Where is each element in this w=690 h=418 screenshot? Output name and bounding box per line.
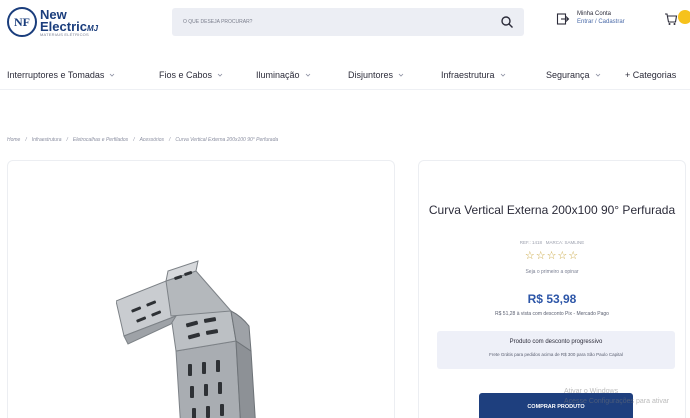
breadcrumb: Home / Infraestrutura / Eletrocalhas e Perfi…	[7, 137, 279, 143]
product-brand: MARCA: SAMLINE	[545, 240, 585, 245]
chevron-down-icon	[110, 73, 115, 77]
breadcrumb-item[interactable]: Acessórios	[140, 137, 164, 143]
nav-item-mais-categorias[interactable]: + Categorias	[625, 70, 676, 80]
nav-item-label: + Categorias	[625, 70, 677, 80]
promo-text: Frete Grátis para pedidos acima de R$ 30…	[489, 352, 623, 357]
product-title: Curva Vertical Externa 200x100 90° Perfu…	[428, 203, 676, 217]
breadcrumb-item[interactable]: Eletrocalhas e Perfilados	[73, 137, 128, 143]
breadcrumb-item[interactable]: Infraestrutura	[32, 137, 62, 143]
cart-icon[interactable]	[664, 12, 678, 26]
cart-count-badge[interactable]	[678, 10, 690, 24]
product-meta: REF.: 1418 MARCA: SAMLINE	[419, 240, 685, 245]
nav-item-disjuntores[interactable]: Disjuntores	[348, 70, 404, 80]
product-gallery	[7, 160, 395, 418]
nav-item-infraestrutura[interactable]: Infraestrutura	[441, 70, 506, 80]
pix-price: R$ 51,28 à vista com desconto Pix - Merc…	[495, 311, 609, 317]
review-link[interactable]: Seja o primeiro a opinar	[419, 269, 685, 275]
search-icon[interactable]	[500, 15, 514, 29]
nav-item-iluminacao[interactable]: Iluminação	[256, 70, 311, 80]
site-header: NF New ElectricMJ MATERIAIS ELÉTRICOS Mi…	[0, 0, 690, 44]
category-nav: Interruptores e Tomadas Fios e Cabos Ilu…	[0, 60, 690, 90]
chevron-down-icon	[305, 73, 310, 77]
account-title: Minha Conta	[577, 11, 612, 17]
chevron-down-icon	[217, 73, 223, 77]
product-price: R$ 53,98	[527, 292, 577, 306]
nav-item-label: Infraestrutura	[441, 70, 495, 80]
product-ref: REF.: 1418	[519, 240, 542, 245]
breadcrumb-current: Curva Vertical Externa 200x100 90° Perfu…	[175, 137, 279, 143]
watermark-line2: Acesse Configurações para ativar	[564, 398, 670, 405]
nav-item-fios-cabos[interactable]: Fios e Cabos	[159, 70, 223, 80]
nav-item-label: Disjuntores	[348, 70, 394, 80]
search-input[interactable]	[172, 8, 472, 36]
product-image[interactable]	[116, 256, 276, 418]
login-icon	[556, 13, 570, 25]
nav-item-label: Segurança	[546, 70, 590, 80]
account-subtitle[interactable]: Entrar / Cadastrar	[577, 18, 625, 26]
nav-item-label: Interruptores e Tomadas	[7, 70, 105, 80]
nav-item-label: Fios e Cabos	[159, 70, 213, 80]
nav-item-interruptores[interactable]: Interruptores e Tomadas	[7, 70, 115, 80]
chevron-down-icon	[595, 73, 600, 77]
account-text: Minha Conta Entrar / Cadastrar	[577, 10, 625, 26]
rating-stars[interactable]: ☆☆☆☆☆	[419, 249, 685, 262]
logo-tagline: MATERIAIS ELÉTRICOS	[40, 32, 89, 37]
windows-activation-watermark: Ativar o Windows Acesse Configurações pa…	[564, 387, 669, 407]
chevron-down-icon	[398, 73, 404, 77]
search-bar	[172, 8, 524, 36]
nav-item-label: Iluminação	[256, 70, 300, 80]
watermark-line1: Ativar o Windows	[564, 388, 619, 395]
product-info-card: Curva Vertical Externa 200x100 90° Perfu…	[418, 160, 686, 418]
breadcrumb-item[interactable]: Home	[7, 137, 20, 143]
logo-mark: NF	[7, 7, 37, 37]
promo-box: Produto com desconto progressivo Frete G…	[437, 331, 675, 369]
chevron-down-icon	[500, 73, 505, 77]
account-link[interactable]: Minha Conta Entrar / Cadastrar	[556, 10, 625, 26]
nav-item-seguranca[interactable]: Segurança	[546, 70, 601, 80]
promo-title: Produto com desconto progressivo	[509, 339, 603, 345]
